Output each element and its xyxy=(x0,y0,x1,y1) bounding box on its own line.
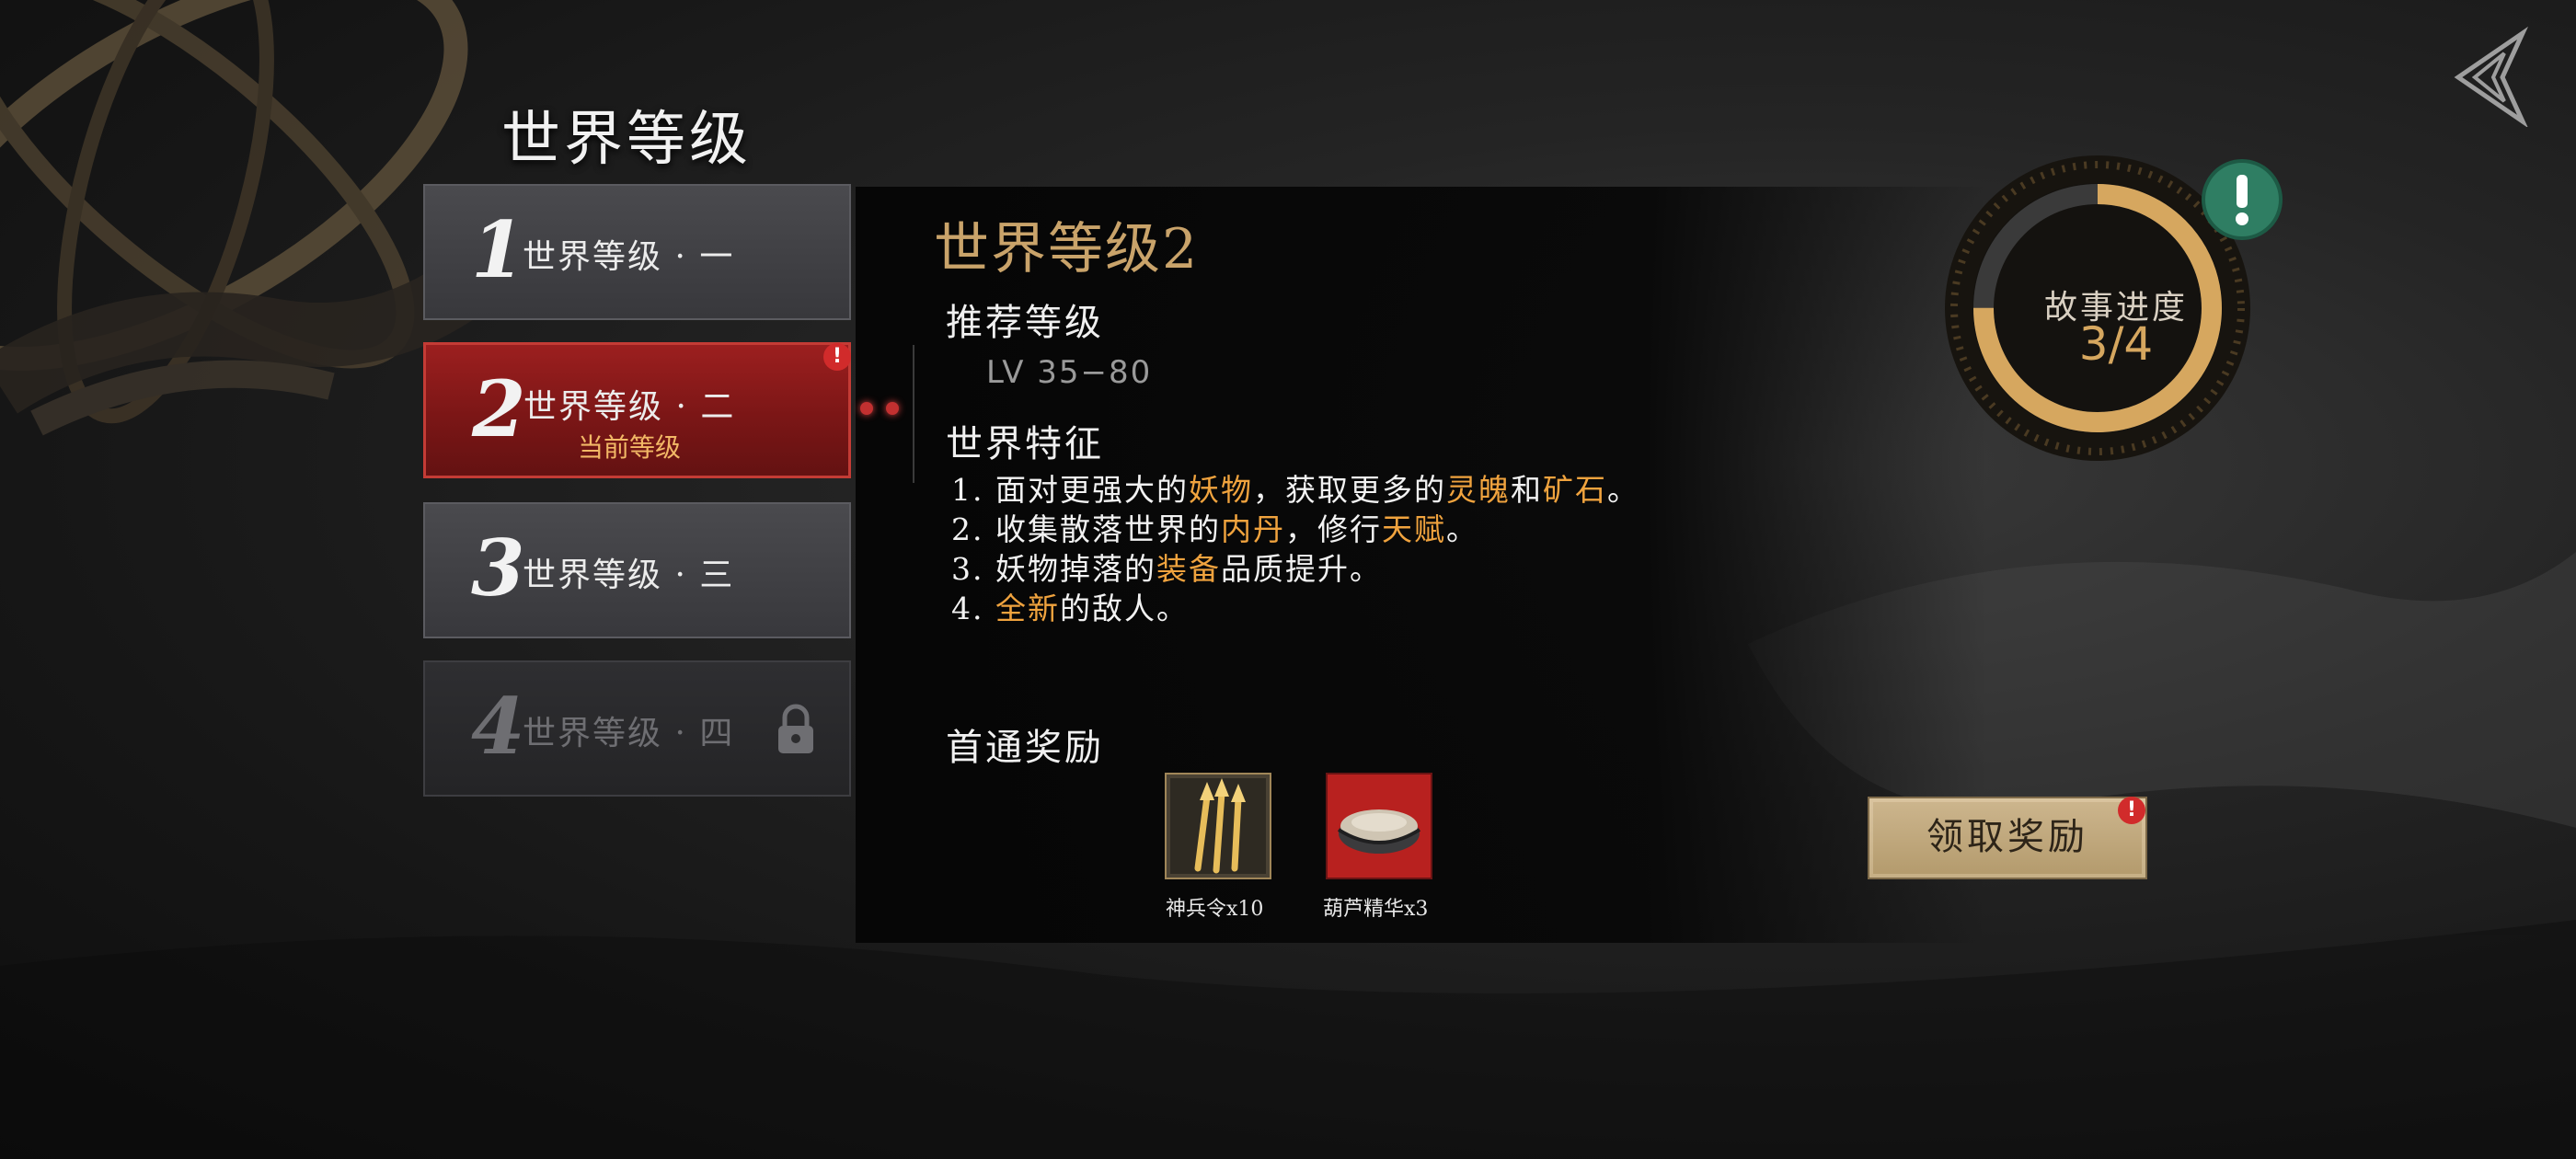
feature-line-1: 1. 面对更强大的妖物，获取更多的灵魄和矿石。 xyxy=(951,465,1639,510)
feature-text: 和 xyxy=(1510,472,1543,508)
highlight-keyword: 妖物 xyxy=(1188,472,1253,508)
feature-line-4: 4. 全新的敌人。 xyxy=(951,584,1189,628)
feature-text: ，修行 xyxy=(1284,511,1382,547)
indicator-dot xyxy=(860,402,873,415)
feature-text: 品质提升。 xyxy=(1220,551,1382,587)
level-item-3[interactable]: 3 世界等级 · 三 xyxy=(423,502,851,638)
powder-bowl-icon[interactable] xyxy=(1326,773,1432,879)
highlight-keyword: 内丹 xyxy=(1220,511,1285,547)
highlight-keyword: 矿石 xyxy=(1542,472,1607,508)
feature-text: 2. 收集散落世界的 xyxy=(951,511,1221,547)
recommend-heading: 推荐等级 xyxy=(946,302,1104,344)
level-number: 3 xyxy=(471,522,525,614)
detail-title: 世界等级2 xyxy=(934,217,1200,281)
current-level-tag: 当前等级 xyxy=(578,432,682,463)
exclamation-icon[interactable] xyxy=(2201,158,2283,241)
highlight-keyword: 装备 xyxy=(1156,551,1221,587)
golden-spears-icon[interactable] xyxy=(1165,773,1271,879)
level-item-1[interactable]: 1 世界等级 · 一 xyxy=(423,184,851,320)
divider xyxy=(913,345,914,483)
feature-text: 。 xyxy=(1445,511,1478,547)
level-item-4[interactable]: 4 世界等级 · 四 xyxy=(423,660,851,797)
red-exclamation-badge: ! xyxy=(2118,797,2145,824)
level-label: 世界等级 · 四 xyxy=(523,715,735,752)
highlight-keyword: 天赋 xyxy=(1381,511,1446,547)
claim-reward-button[interactable]: 领取奖励 xyxy=(1868,797,2147,879)
features-heading: 世界特征 xyxy=(946,423,1104,465)
reward-label: 葫芦精华x3 xyxy=(1323,898,1429,921)
feature-line-2: 2. 收集散落世界的内丹，修行天赋。 xyxy=(951,505,1478,549)
progress-value: 3/4 xyxy=(2078,317,2154,371)
feature-text: 4. xyxy=(951,591,995,626)
feature-text: 3. 妖物掉落的 xyxy=(951,551,1156,587)
level-number: 4 xyxy=(471,681,525,772)
level-number: 1 xyxy=(471,204,525,295)
level-label: 世界等级 · 一 xyxy=(523,238,735,276)
indicator-dot xyxy=(886,402,899,415)
reward-heading: 首通奖励 xyxy=(946,727,1104,769)
feature-text: 。 xyxy=(1606,472,1639,508)
feature-text: 1. 面对更强大的 xyxy=(951,472,1189,508)
back-arrow-icon[interactable] xyxy=(2438,26,2530,127)
red-exclamation-badge: ! xyxy=(823,343,851,371)
selection-indicator xyxy=(860,401,912,419)
feature-text: ，获取更多的 xyxy=(1252,472,1446,508)
recommend-level-value: LV 35−80 xyxy=(986,354,1153,391)
level-label: 世界等级 · 三 xyxy=(523,557,735,594)
level-label: 世界等级 · 二 xyxy=(523,388,736,426)
level-item-2[interactable]: 2 世界等级 · 二 当前等级 ! xyxy=(423,342,851,478)
reward-label: 神兵令x10 xyxy=(1166,898,1264,921)
feature-line-3: 3. 妖物掉落的装备品质提升。 xyxy=(951,545,1382,589)
feature-text: 的敌人。 xyxy=(1059,591,1189,626)
lock-icon xyxy=(778,704,813,753)
highlight-keyword: 全新 xyxy=(995,591,1060,626)
highlight-keyword: 灵魄 xyxy=(1445,472,1511,508)
page-title: 世界等级 xyxy=(501,106,752,174)
level-number: 2 xyxy=(472,363,526,454)
